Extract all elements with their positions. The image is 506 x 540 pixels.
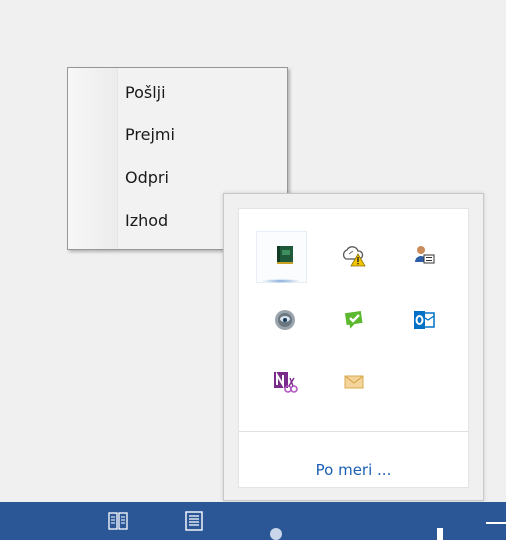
menu-item-send[interactable]: Pošlji bbox=[69, 74, 286, 112]
document-icon[interactable] bbox=[183, 510, 205, 532]
taskbar-edge-line bbox=[486, 522, 506, 524]
tray-separator bbox=[239, 431, 468, 432]
outlook-icon[interactable] bbox=[410, 306, 438, 334]
taskbar-partial-icon bbox=[437, 528, 443, 540]
tray-icon-selection-underline bbox=[261, 279, 301, 283]
customize-link[interactable]: Po meri ... bbox=[239, 461, 468, 479]
tray-icon-panel: Po meri ... bbox=[238, 208, 469, 488]
menu-item-label: Izhod bbox=[125, 211, 169, 230]
onenote-clipping-icon[interactable] bbox=[271, 368, 299, 396]
taskbar-partial-icon bbox=[270, 528, 282, 540]
menu-item-receive[interactable]: Prejmi bbox=[69, 116, 286, 154]
menu-item-open[interactable]: Odpri bbox=[69, 159, 286, 197]
tray-overflow-popup: Po meri ... bbox=[223, 193, 484, 501]
cloud-warning-icon[interactable] bbox=[340, 241, 368, 269]
green-book-icon[interactable] bbox=[271, 241, 299, 269]
menu-item-label: Prejmi bbox=[125, 125, 175, 144]
envelope-icon[interactable] bbox=[340, 368, 368, 396]
book-icon[interactable] bbox=[107, 510, 129, 532]
webcam-icon[interactable] bbox=[271, 306, 299, 334]
menu-item-label: Pošlji bbox=[125, 83, 166, 102]
green-check-chat-icon[interactable] bbox=[340, 306, 368, 334]
user-card-icon[interactable] bbox=[410, 241, 438, 269]
taskbar bbox=[0, 502, 506, 540]
menu-item-label: Odpri bbox=[125, 168, 169, 187]
